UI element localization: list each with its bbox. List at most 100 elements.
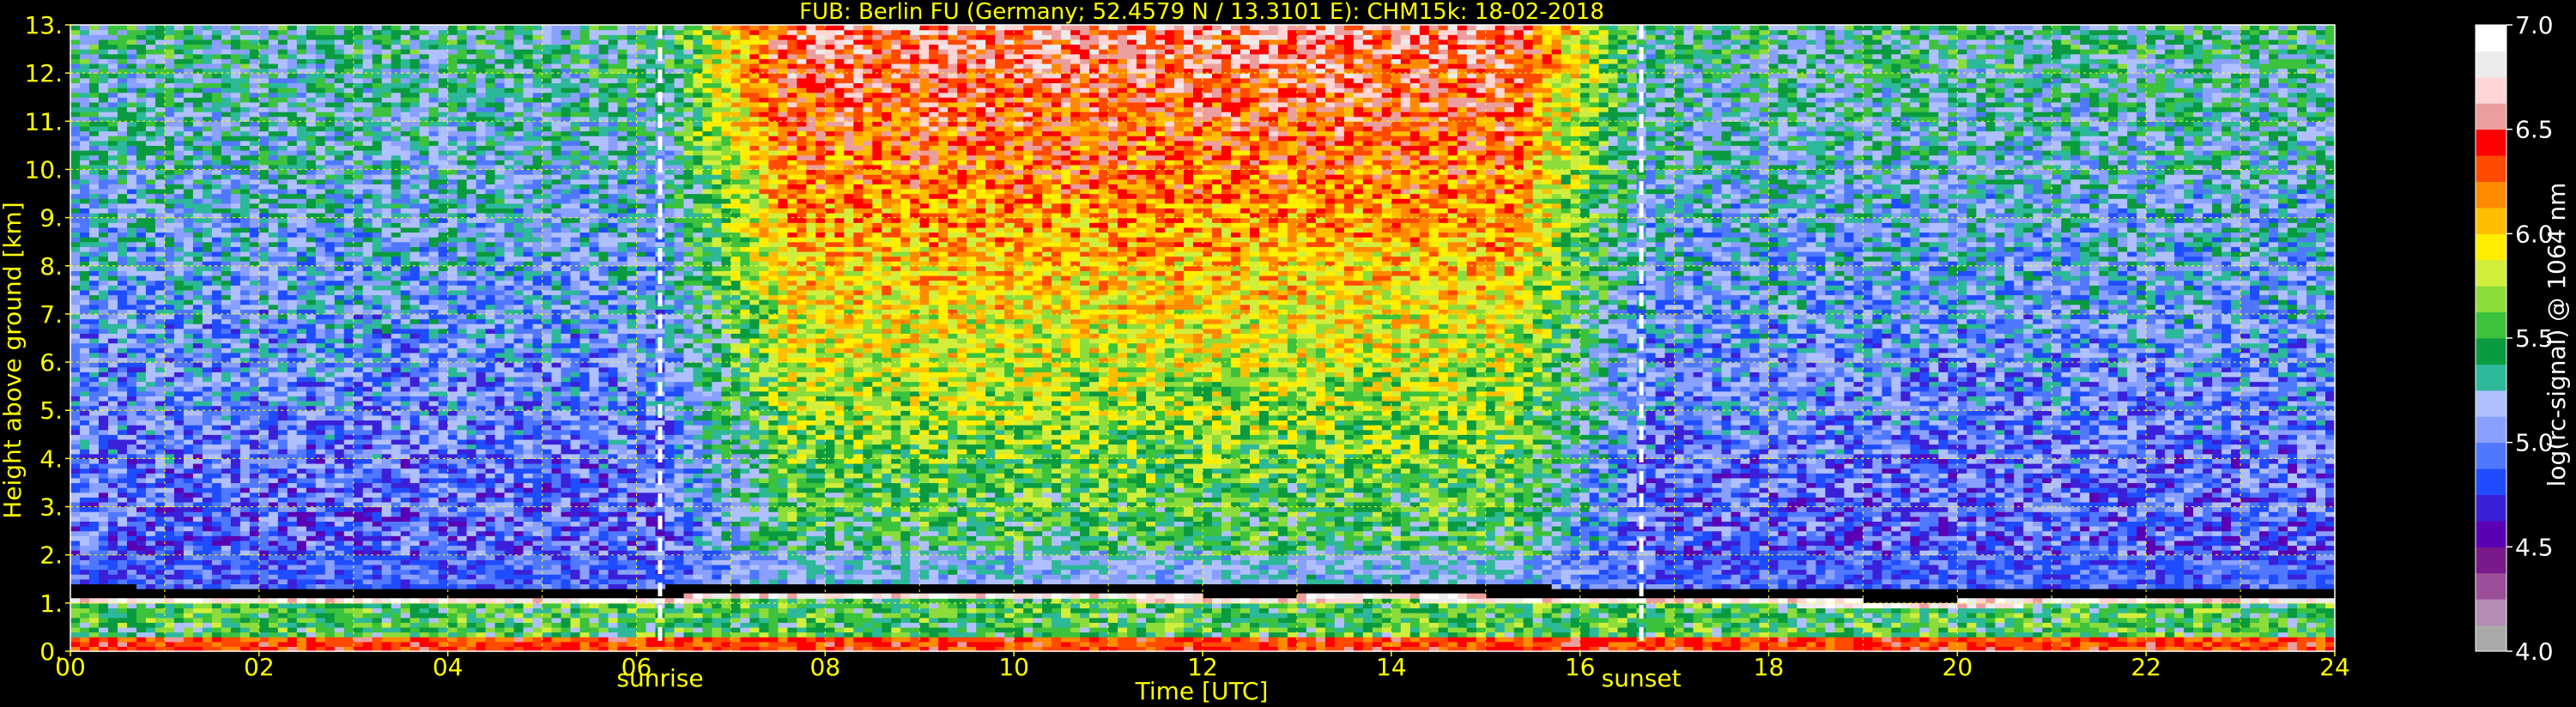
heatmap-cell: [287, 77, 298, 83]
heatmap-cell: [268, 256, 279, 262]
heatmap-cell: [315, 241, 326, 247]
heatmap-cell: [221, 125, 232, 132]
heatmap-cell: [107, 506, 118, 512]
heatmap-cell: [372, 136, 383, 142]
heatmap-cell: [126, 275, 137, 281]
heatmap-cell: [381, 217, 392, 223]
heatmap-cell: [211, 106, 222, 112]
heatmap-cell: [343, 468, 355, 474]
heatmap-cell: [428, 333, 439, 339]
heatmap-cell: [183, 49, 194, 55]
heatmap-cell: [192, 294, 203, 300]
heatmap-cell: [324, 73, 336, 79]
heatmap-cell: [221, 352, 232, 359]
heatmap-cell: [107, 554, 118, 560]
heatmap-cell: [164, 232, 175, 238]
heatmap-cell: [173, 198, 185, 204]
heatmap-cell: [315, 516, 326, 522]
heatmap-cell: [315, 227, 326, 233]
heatmap-cell: [362, 150, 373, 156]
heatmap-cell: [126, 58, 137, 64]
heatmap-cell: [221, 521, 232, 527]
heatmap-cell: [419, 304, 430, 310]
heatmap-cell: [428, 265, 439, 271]
heatmap-cell: [315, 106, 326, 112]
heatmap-cell: [164, 208, 175, 214]
heatmap-cell: [315, 366, 326, 372]
heatmap-cell: [239, 289, 251, 296]
heatmap-cell: [183, 241, 194, 247]
heatmap-cell: [126, 184, 137, 190]
heatmap-cell: [353, 275, 364, 281]
heatmap-cell: [136, 304, 147, 310]
heatmap-cell: [183, 77, 194, 83]
heatmap-cell: [107, 641, 118, 647]
heatmap-cell: [258, 140, 270, 146]
heatmap-cell: [136, 410, 147, 416]
heatmap-cell: [107, 390, 118, 396]
heatmap-cell: [277, 125, 288, 132]
heatmap-cell: [249, 492, 260, 498]
heatmap-cell: [70, 44, 81, 50]
heatmap-cell: [324, 554, 336, 560]
heatmap-cell: [192, 140, 203, 146]
heatmap-cell: [306, 304, 317, 310]
heatmap-cell: [343, 511, 355, 517]
heatmap-cell: [221, 198, 232, 204]
heatmap-cell: [230, 53, 241, 59]
heatmap-cell: [324, 328, 336, 334]
heatmap-cell: [192, 468, 203, 474]
heatmap-cell: [183, 112, 194, 118]
heatmap-cell: [287, 184, 298, 190]
heatmap-cell: [343, 25, 355, 31]
heatmap-cell: [164, 545, 175, 551]
heatmap-cell: [306, 44, 317, 50]
heatmap-cell: [192, 444, 203, 450]
heatmap-cell: [70, 280, 81, 286]
heatmap-cell: [88, 449, 100, 455]
heatmap-cell: [287, 121, 298, 127]
heatmap-cell: [183, 396, 194, 402]
heatmap-cell: [88, 289, 100, 296]
heatmap-cell: [428, 227, 439, 233]
heatmap-cell: [117, 626, 128, 633]
heatmap-cell: [230, 631, 241, 638]
heatmap-cell: [419, 429, 430, 435]
heatmap-cell: [362, 487, 373, 493]
heatmap-cell: [277, 425, 288, 431]
heatmap-cell: [173, 188, 185, 195]
heatmap-cell: [334, 497, 345, 503]
heatmap-cell: [88, 39, 100, 45]
heatmap-cell: [155, 188, 166, 195]
heatmap-cell: [107, 217, 118, 223]
heatmap-cell: [164, 386, 175, 392]
heatmap-cell: [249, 390, 260, 396]
heatmap-cell: [268, 414, 279, 421]
heatmap-cell: [221, 414, 232, 421]
heatmap-cell: [268, 540, 279, 547]
heatmap-cell: [155, 29, 166, 35]
heatmap-cell: [315, 602, 326, 609]
heatmap-cell: [173, 414, 185, 421]
heatmap-cell: [353, 280, 364, 286]
heatmap-cell: [192, 516, 203, 522]
heatmap-cell: [362, 34, 373, 40]
heatmap-cell: [400, 545, 411, 551]
heatmap-cell: [362, 44, 373, 50]
heatmap-cell: [428, 390, 439, 396]
heatmap-cell: [428, 347, 439, 354]
heatmap-cell: [391, 97, 402, 103]
heatmap-cell: [230, 188, 241, 195]
heatmap-cell: [258, 372, 270, 378]
heatmap-cell: [107, 482, 118, 488]
heatmap-cell: [79, 347, 90, 354]
heatmap-cell: [296, 184, 307, 190]
heatmap-cell: [239, 299, 251, 305]
heatmap-cell: [362, 492, 373, 498]
heatmap-cell: [268, 574, 279, 580]
heatmap-cell: [362, 613, 373, 619]
heatmap-cell: [202, 188, 213, 195]
heatmap-cell: [145, 482, 156, 488]
heatmap-cell: [202, 198, 213, 204]
heatmap-cell: [79, 49, 90, 55]
